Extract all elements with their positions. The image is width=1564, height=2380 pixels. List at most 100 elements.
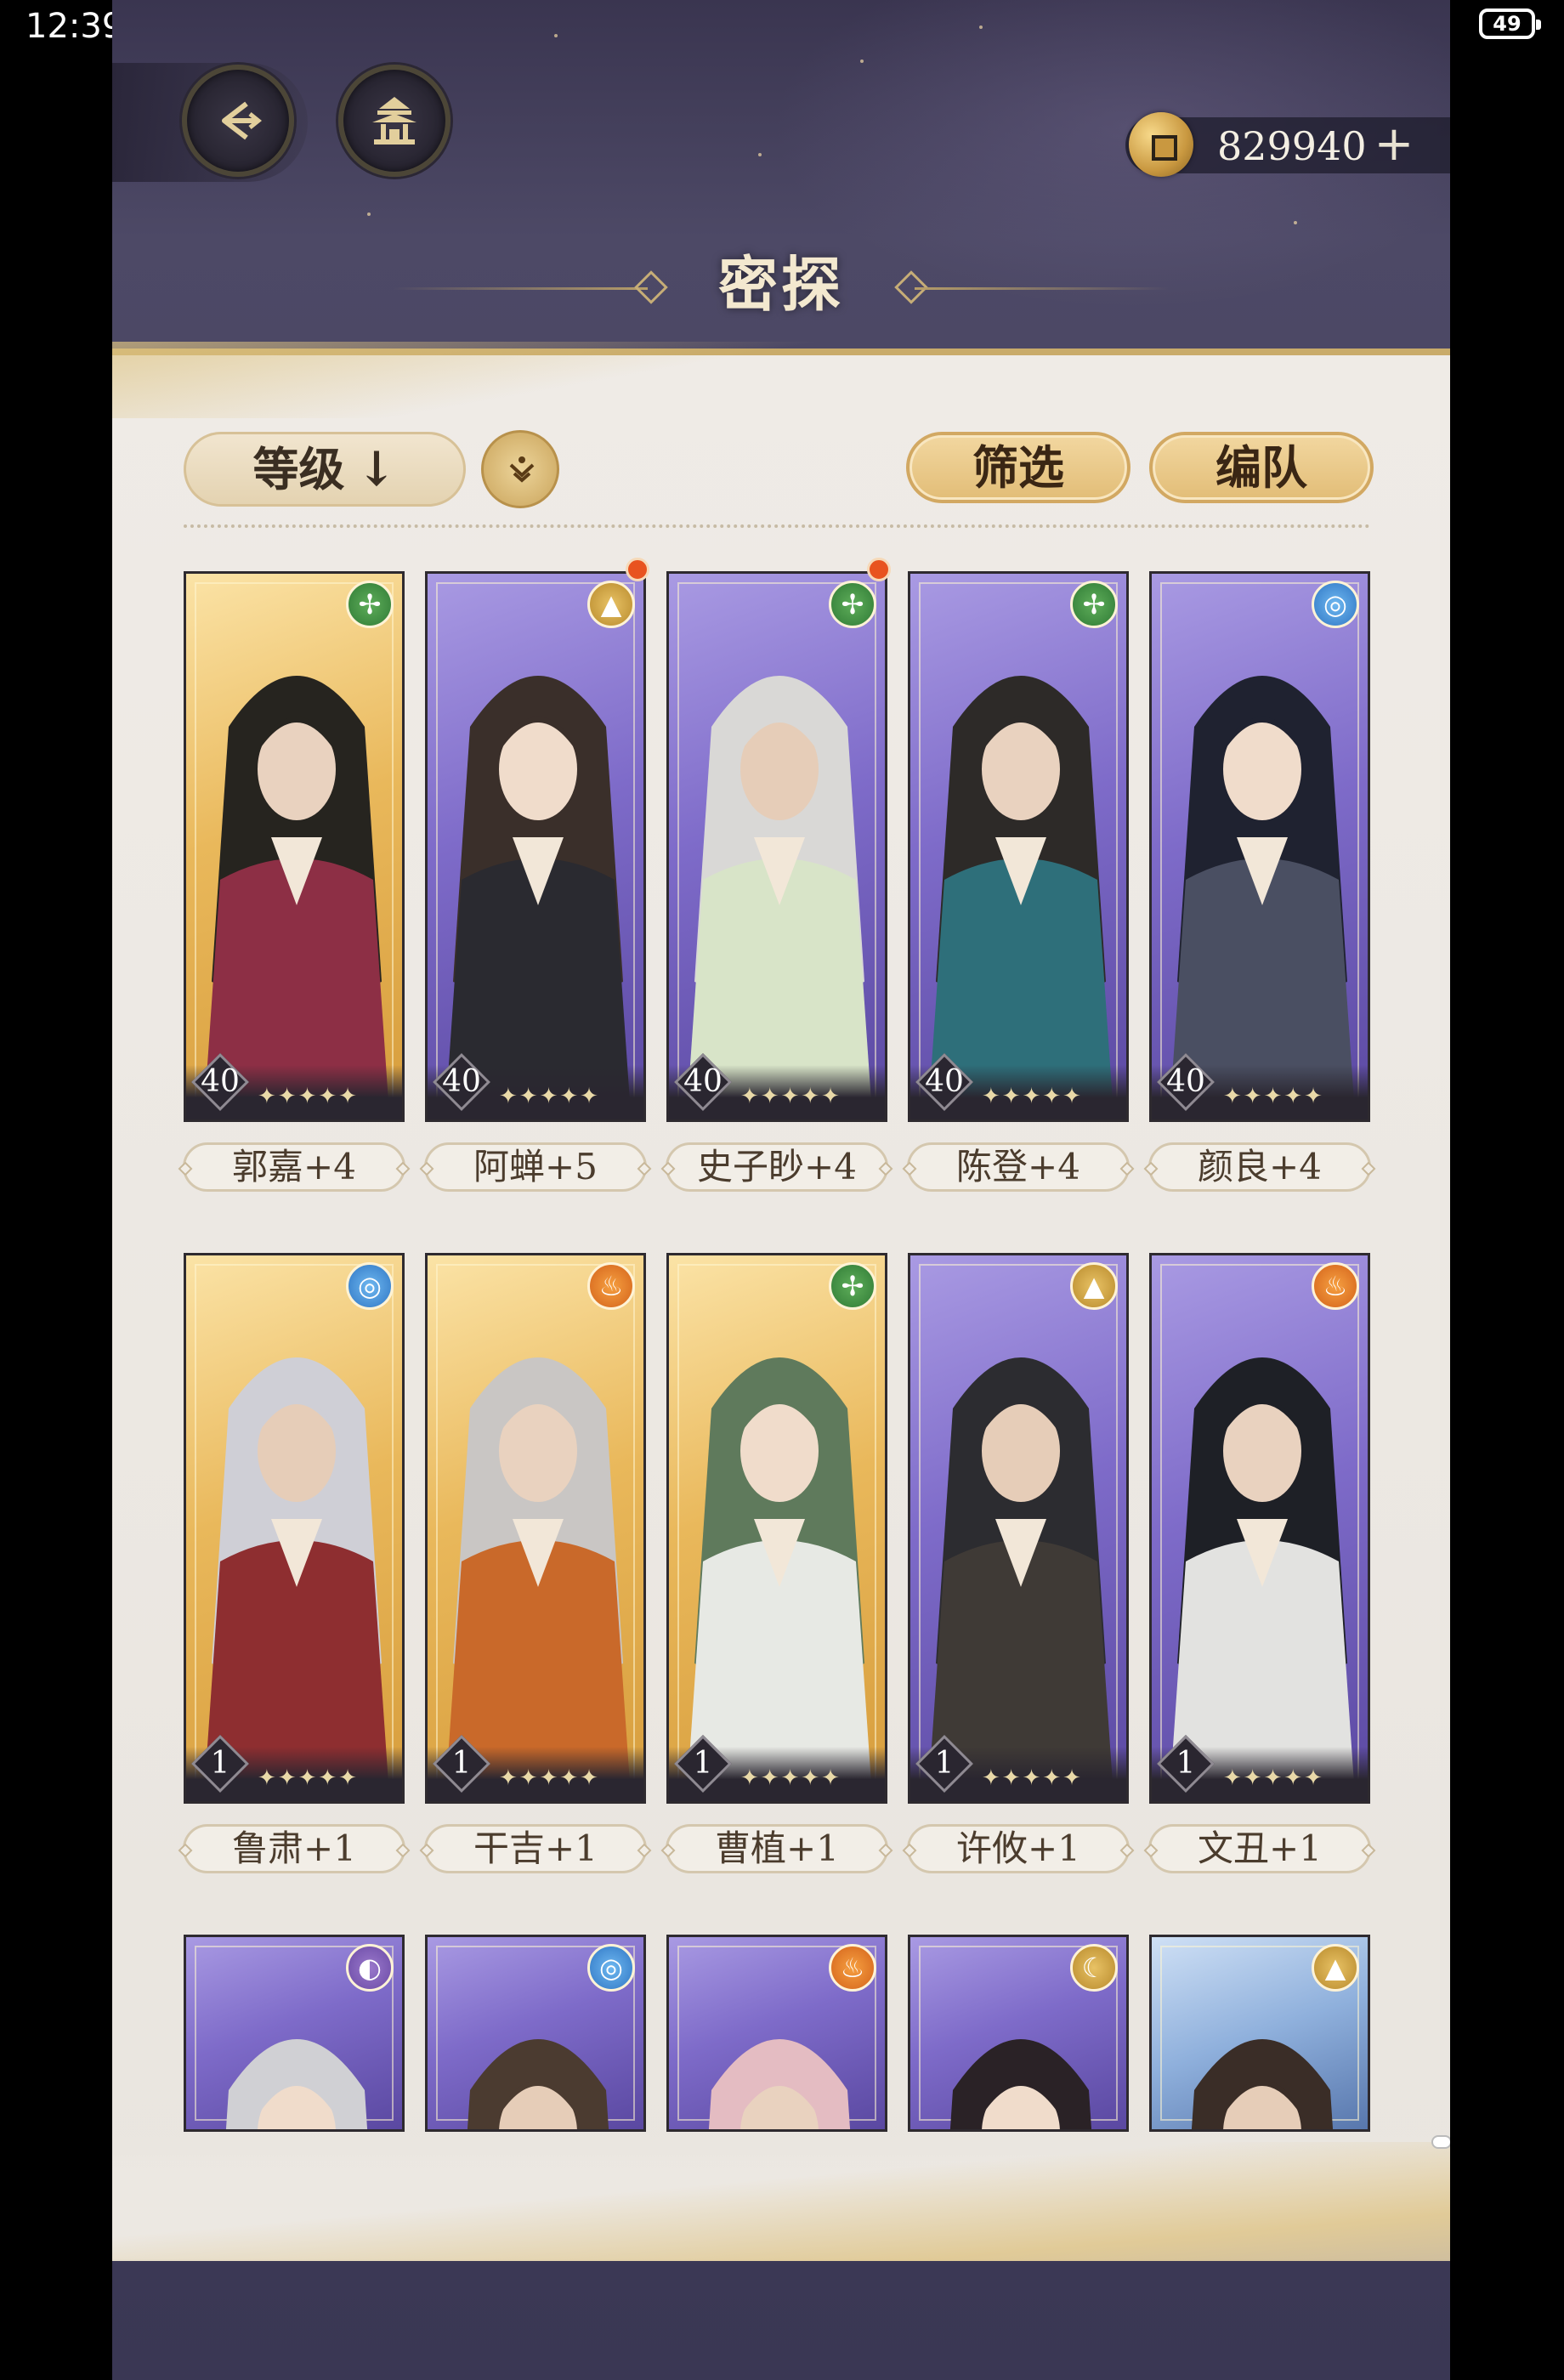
character-portrait <box>927 676 1114 1119</box>
character-name-label: 许攸+1 <box>907 1824 1130 1873</box>
character-name-label: 颜良+4 <box>1148 1142 1371 1192</box>
character-card[interactable]: 1 ✦✦✦✦✦ ✢ <box>666 1253 887 1804</box>
water-element-icon: ◎ <box>346 1262 394 1310</box>
star-rating: ✦✦✦✦✦ <box>258 1084 359 1109</box>
character-card[interactable]: ☾ <box>908 1935 1129 2132</box>
level-value: 40 <box>683 1064 722 1099</box>
pavilion-icon <box>372 97 416 144</box>
character-portrait <box>203 1357 390 1801</box>
level-badge: 40 <box>190 1051 251 1113</box>
fire-element-icon: ♨ <box>587 1262 635 1310</box>
character-portrait <box>1169 676 1356 1119</box>
wind-element-icon: ✢ <box>829 581 876 628</box>
character-portrait <box>686 676 873 1119</box>
water-element-icon: ◎ <box>587 1944 635 1992</box>
currency-amount: 829940 <box>1217 123 1367 169</box>
level-value: 1 <box>693 1746 713 1781</box>
level-badge: 1 <box>431 1733 492 1794</box>
wind-element-icon: ✢ <box>346 581 394 628</box>
level-value: 40 <box>201 1064 240 1099</box>
sort-order-icon <box>509 456 535 483</box>
level-badge: 1 <box>672 1733 734 1794</box>
star-rating: ✦✦✦✦✦ <box>499 1765 600 1791</box>
sort-order-button[interactable] <box>481 430 559 508</box>
character-portrait <box>203 676 390 1119</box>
character-card[interactable]: 1 ✦✦✦✦✦ ◎ <box>184 1253 405 1804</box>
moon-element-icon: ☾ <box>1070 1944 1118 1992</box>
character-name-label: 文丑+1 <box>1148 1824 1371 1873</box>
star-rating: ✦✦✦✦✦ <box>740 1084 842 1109</box>
character-card[interactable]: ♨ <box>666 1935 887 2132</box>
character-portrait <box>949 2039 1092 2129</box>
character-card[interactable]: ▲ <box>1149 1935 1370 2132</box>
star-rating: ✦✦✦✦✦ <box>740 1765 842 1791</box>
level-value: 1 <box>210 1746 230 1781</box>
status-time: 12:39 <box>26 7 124 46</box>
level-badge: 1 <box>190 1733 251 1794</box>
fire-element-icon: ♨ <box>1312 1262 1359 1310</box>
sort-label: 等级 <box>252 442 345 496</box>
star-rating: ✦✦✦✦✦ <box>982 1084 1083 1109</box>
void-element-icon: ◐ <box>346 1944 394 1992</box>
back-button[interactable] <box>182 65 294 177</box>
sort-by-level-button[interactable]: 等级 ↓ <box>184 432 466 507</box>
character-portrait <box>445 1357 632 1801</box>
level-value: 1 <box>934 1746 955 1781</box>
character-card[interactable]: 40 ✦✦✦✦✦ ✢ <box>184 571 405 1122</box>
water-element-icon: ◎ <box>1312 581 1359 628</box>
scroll-indicator[interactable] <box>1431 2135 1450 2149</box>
character-portrait <box>686 1357 873 1801</box>
character-name-label: 鲁肃+1 <box>183 1824 405 1873</box>
character-card[interactable]: 40 ✦✦✦✦✦ ✢ <box>908 571 1129 1122</box>
character-name-label: 曹植+1 <box>666 1824 888 1873</box>
character-card[interactable]: 1 ✦✦✦✦✦ ♨ <box>425 1253 646 1804</box>
character-card[interactable]: ◎ <box>425 1935 646 2132</box>
character-card[interactable]: 1 ✦✦✦✦✦ ▲ <box>908 1253 1129 1804</box>
add-currency-button[interactable]: + <box>1368 117 1420 173</box>
toolbar-divider <box>184 524 1370 528</box>
character-card[interactable]: 40 ✦✦✦✦✦ ✢ <box>666 571 887 1122</box>
wind-element-icon: ✢ <box>829 1262 876 1310</box>
level-badge: 1 <box>914 1733 975 1794</box>
level-badge: 40 <box>672 1051 734 1113</box>
level-badge: 40 <box>1155 1051 1216 1113</box>
character-name-label: 史子眇+4 <box>666 1142 888 1192</box>
star-rating: ✦✦✦✦✦ <box>499 1084 600 1109</box>
sort-down-arrow-icon: ↓ <box>356 441 397 497</box>
earth-element-icon: ▲ <box>587 581 635 628</box>
star-rating: ✦✦✦✦✦ <box>258 1765 359 1791</box>
earth-element-icon: ▲ <box>1312 1944 1359 1992</box>
level-badge: 1 <box>1155 1733 1216 1794</box>
level-badge: 40 <box>431 1051 492 1113</box>
character-card[interactable]: 40 ✦✦✦✦✦ ▲ <box>425 571 646 1122</box>
level-value: 1 <box>451 1746 472 1781</box>
home-button[interactable] <box>338 65 450 177</box>
level-value: 40 <box>925 1064 964 1099</box>
level-value: 1 <box>1176 1746 1196 1781</box>
character-card[interactable]: ◐ <box>184 1935 405 2132</box>
character-card[interactable]: 1 ✦✦✦✦✦ ♨ <box>1149 1253 1370 1804</box>
character-card[interactable]: 40 ✦✦✦✦✦ ◎ <box>1149 571 1370 1122</box>
earth-element-icon: ▲ <box>1070 1262 1118 1310</box>
character-name-label: 郭嘉+4 <box>183 1142 405 1192</box>
coin-icon <box>1129 112 1193 177</box>
filter-button[interactable]: 筛选 <box>906 432 1130 503</box>
game-view: 829940 + 密探 等级 ↓ 筛选 编队 40 ✦✦✦✦✦ ✢ 郭嘉+4 40 ✦✦✦✦… <box>112 0 1450 2380</box>
star-rating: ✦✦✦✦✦ <box>1223 1765 1324 1791</box>
team-formation-button[interactable]: 编队 <box>1149 432 1374 503</box>
character-portrait <box>467 2039 609 2129</box>
level-value: 40 <box>442 1064 481 1099</box>
character-portrait <box>445 676 632 1119</box>
character-portrait <box>1169 1357 1356 1801</box>
back-arrow-icon <box>222 101 263 140</box>
new-notification-badge <box>867 558 891 581</box>
title-divider-left <box>393 287 648 290</box>
panel-bottom-trim <box>112 2142 1450 2261</box>
character-name-label: 阿蝉+5 <box>424 1142 647 1192</box>
character-name-label: 干吉+1 <box>424 1824 647 1873</box>
new-notification-badge <box>626 558 649 581</box>
device-screen: 12:39 49 829940 + 密探 等级 ↓ 筛选 编队 40 ✦✦✦✦✦… <box>0 0 1564 2380</box>
character-portrait <box>1191 2039 1334 2129</box>
page-title: 密探 <box>718 249 844 320</box>
character-portrait <box>927 1357 1114 1801</box>
